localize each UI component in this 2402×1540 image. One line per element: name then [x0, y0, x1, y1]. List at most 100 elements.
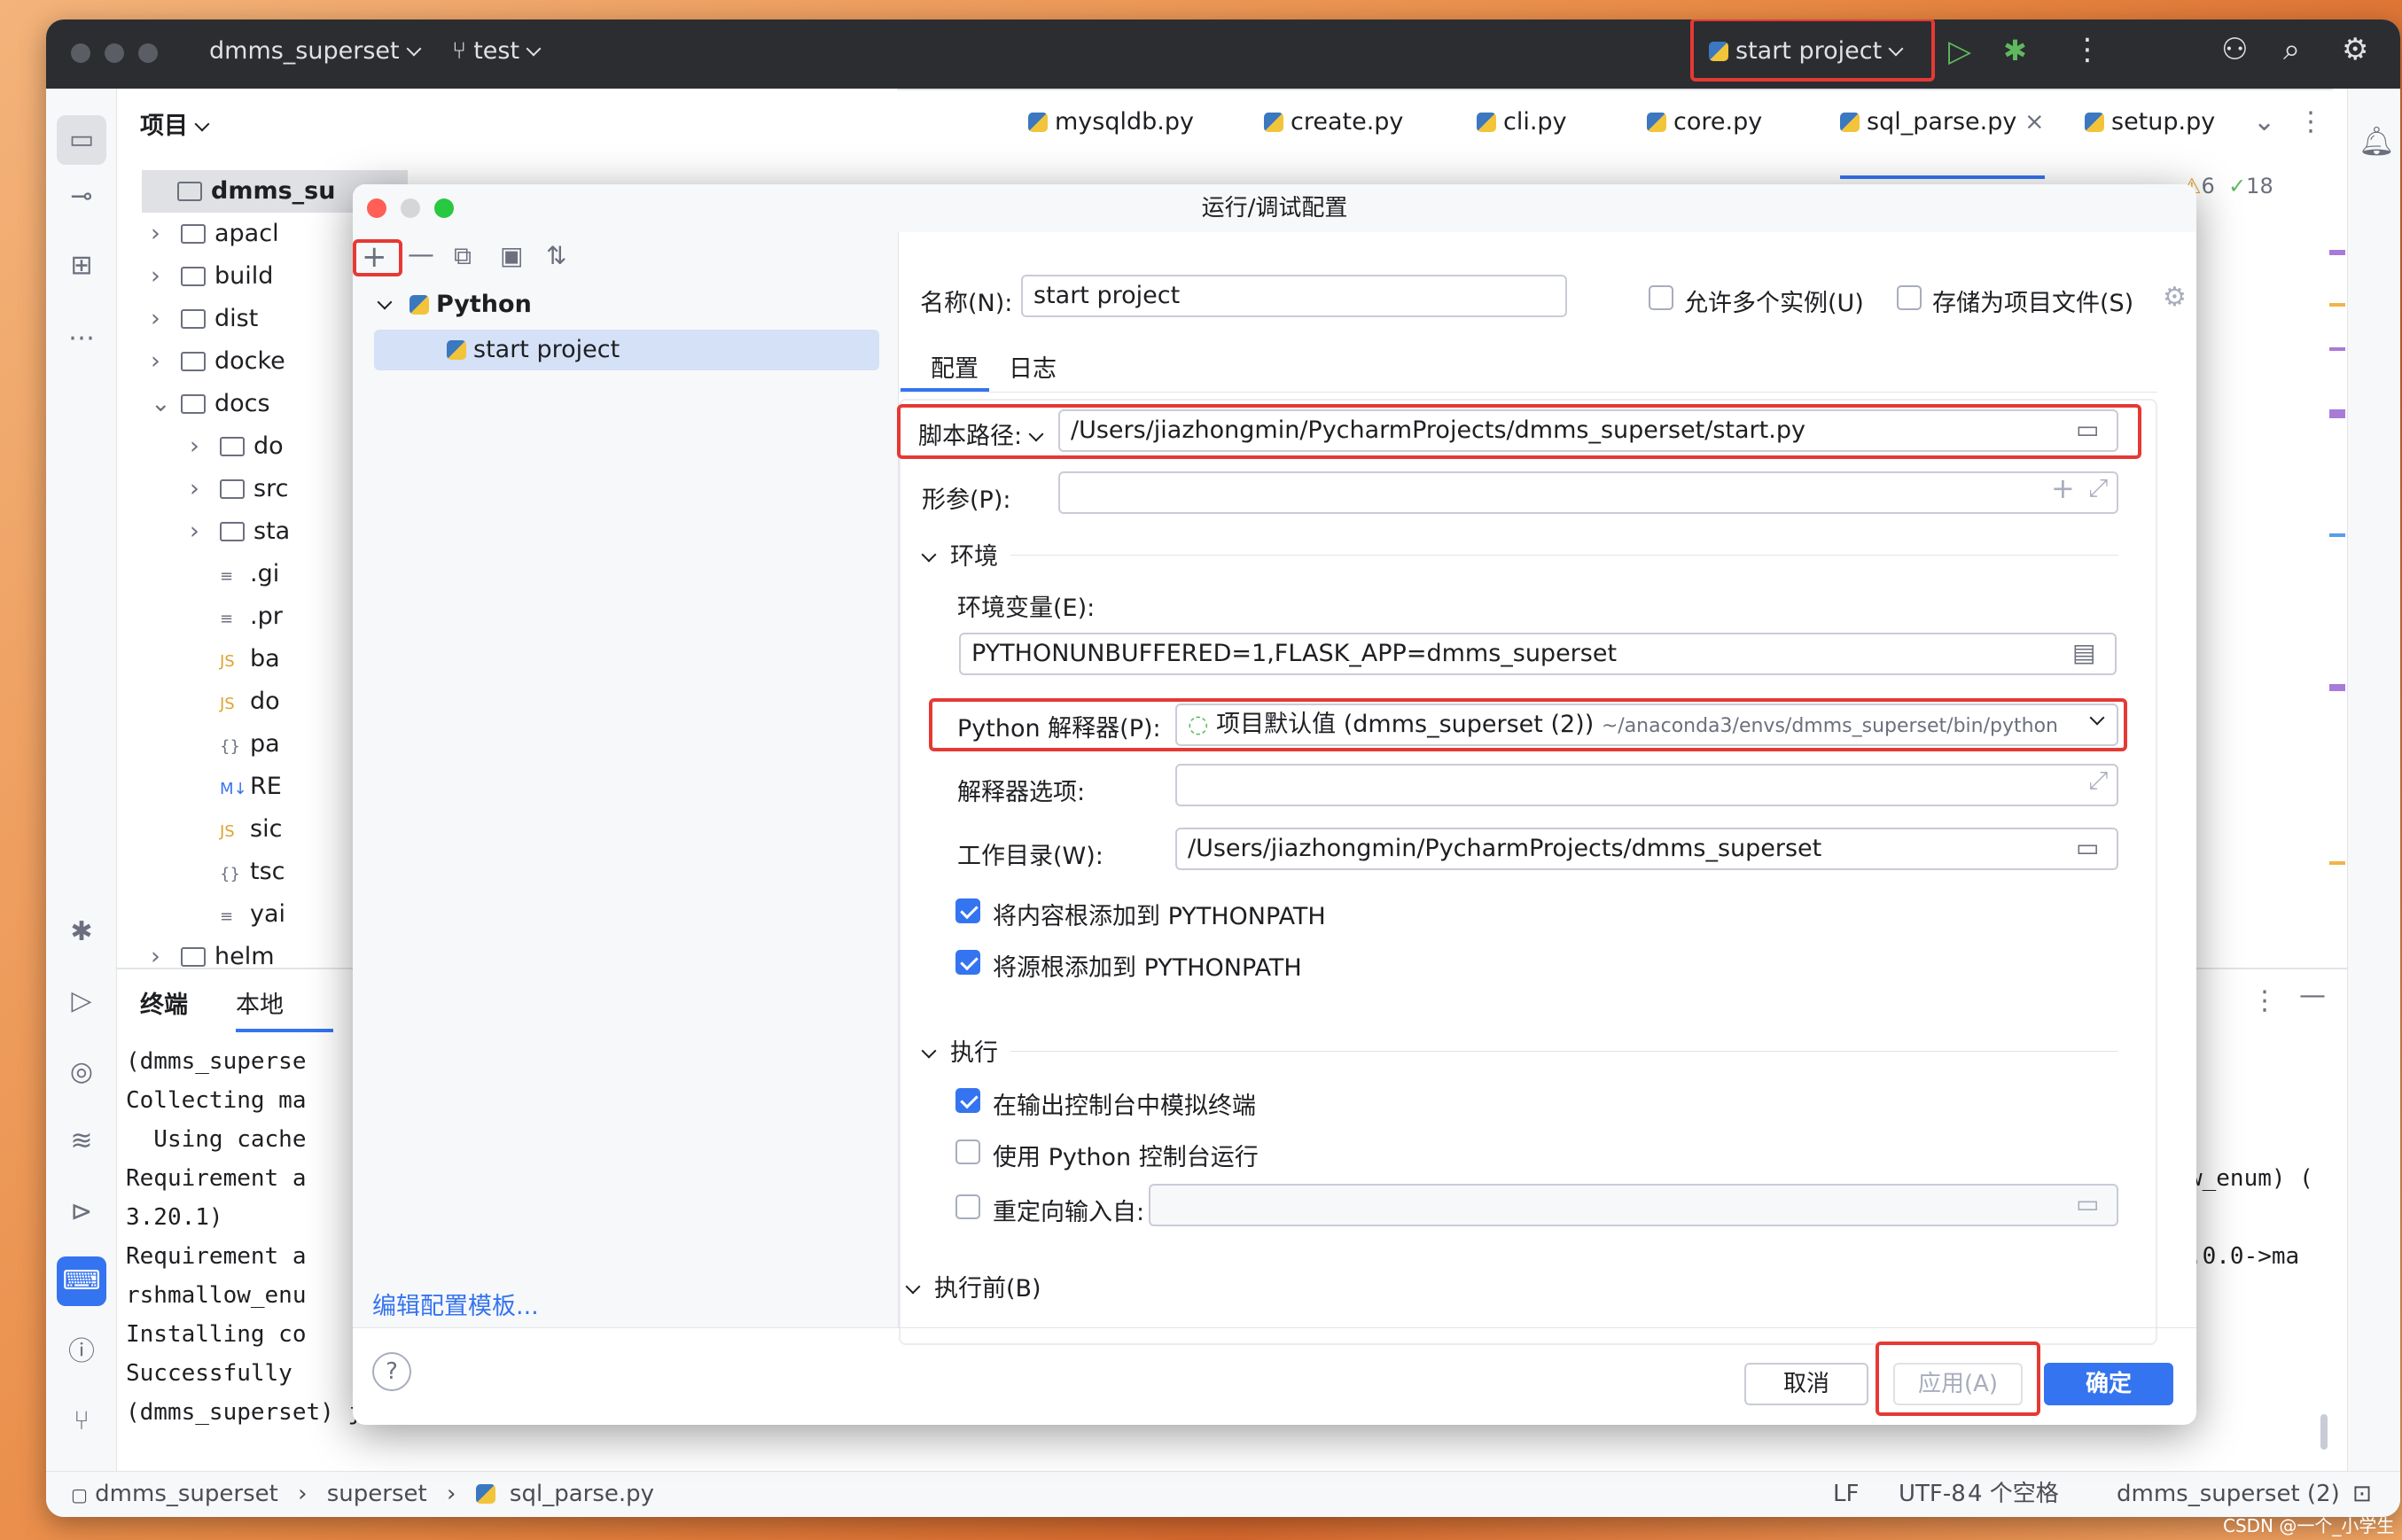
chevron-down-icon[interactable]: ⌄ — [151, 383, 181, 425]
editor-tab[interactable]: core.py — [1647, 108, 1762, 179]
browse-folder-icon[interactable]: ▭ — [2076, 415, 2099, 444]
browse-folder-icon[interactable]: ▭ — [2076, 1189, 2099, 1218]
interpreter-select[interactable]: ◌ 项目默认值 (dmms_superset (2)) ~/anaconda3/… — [1175, 704, 2118, 746]
breadcrumb-item[interactable]: sql_parse.py — [510, 1481, 654, 1507]
source-roots-checkbox[interactable] — [955, 950, 980, 975]
expand-icon[interactable]: ⤢ — [2088, 473, 2108, 503]
indent-setting[interactable]: 4 个空格 — [1968, 1472, 2059, 1516]
tree-item[interactable]: › helm — [151, 936, 275, 978]
apply-button[interactable]: 应用(A) — [1893, 1363, 2023, 1405]
env-section-toggle[interactable]: 环境 — [921, 537, 998, 572]
chevron-down-icon[interactable] — [2083, 710, 2105, 731]
tree-item[interactable]: › do — [190, 425, 284, 468]
emulate-terminal-checkbox[interactable] — [955, 1088, 980, 1113]
terminal-icon[interactable]: ⌨ — [57, 1256, 106, 1306]
interpreter-options-field[interactable] — [1175, 764, 2118, 806]
before-launch-toggle[interactable]: 执行前(B) — [905, 1269, 1041, 1303]
tree-item[interactable]: › apacl — [151, 213, 279, 255]
content-roots-checkbox[interactable] — [955, 898, 980, 923]
zoom-dialog-button[interactable] — [434, 198, 454, 218]
chevron-right-icon[interactable]: › — [151, 213, 181, 255]
browse-folder-icon[interactable]: ▭ — [2076, 833, 2099, 862]
add-macro-icon[interactable]: + — [2051, 471, 2075, 505]
gear-icon[interactable]: ⚙ — [2163, 282, 2187, 313]
tree-item[interactable]: ≡ .pr — [190, 595, 283, 638]
services-icon[interactable]: ⊳ — [57, 1187, 106, 1237]
tree-item[interactable]: ≡ yai — [190, 893, 285, 936]
tree-item[interactable]: ⌄ docs — [151, 383, 270, 425]
project-panel-title[interactable]: 项目 — [140, 106, 210, 141]
zoom-window-button[interactable] — [138, 43, 158, 63]
name-field[interactable]: start project — [1021, 275, 1567, 317]
chevron-right-icon[interactable]: › — [151, 936, 181, 978]
workdir-field[interactable]: /Users/jiazhongmin/PycharmProjects/dmms_… — [1175, 828, 2118, 870]
help-button[interactable]: ? — [372, 1352, 411, 1391]
chevron-down-icon[interactable]: ⌄ — [2253, 106, 2275, 137]
remove-icon[interactable]: — — [408, 239, 434, 270]
python-console-icon[interactable]: ◎ — [57, 1047, 106, 1097]
more-actions-icon[interactable]: ⋮ — [2072, 32, 2102, 67]
minimize-panel-icon[interactable]: — — [2299, 980, 2326, 1011]
branch-switcher[interactable]: ⑂ test — [452, 37, 542, 65]
tree-python-node[interactable]: Python — [377, 291, 532, 318]
line-separator[interactable]: LF — [1833, 1472, 1859, 1516]
editor-tab[interactable]: setup.py — [2085, 108, 2215, 179]
chevron-right-icon[interactable]: › — [151, 298, 181, 340]
terminal-options-icon[interactable]: ⋮ — [2251, 985, 2278, 1016]
tree-item[interactable]: › build — [151, 255, 273, 298]
chevron-right-icon[interactable]: › — [151, 340, 181, 383]
terminal-tab[interactable]: 终端 — [140, 985, 188, 1020]
project-view-icon[interactable]: ▭ — [57, 115, 106, 165]
allow-parallel-checkbox[interactable] — [1649, 285, 1673, 310]
tree-item[interactable]: {} tsc — [190, 851, 285, 893]
breadcrumb-item[interactable]: dmms_superset — [95, 1481, 278, 1507]
exec-section-toggle[interactable]: 执行 — [921, 1033, 998, 1068]
params-field[interactable] — [1058, 471, 2118, 514]
tree-item[interactable]: › src — [190, 468, 288, 510]
redirect-input-field[interactable] — [1149, 1184, 2118, 1226]
tree-item[interactable]: {} pa — [190, 723, 280, 766]
new-folder-icon[interactable]: ▣ — [500, 241, 523, 270]
script-type-dropdown[interactable]: 脚本路径: — [918, 416, 1044, 451]
minimize-window-button[interactable] — [105, 43, 124, 63]
debug-tool-icon[interactable]: ✱ — [57, 907, 106, 957]
run-icon[interactable]: ▷ — [1948, 34, 1971, 69]
cancel-button[interactable]: 取消 — [1744, 1363, 1868, 1405]
add-icon[interactable]: + — [362, 239, 387, 275]
tree-start-project[interactable]: start project — [374, 330, 879, 370]
tree-item[interactable]: ≡ .gi — [190, 553, 279, 595]
ok-button[interactable]: 确定 — [2044, 1363, 2173, 1405]
git-icon[interactable]: ⑂ — [57, 1396, 106, 1446]
copy-icon[interactable]: ⧉ — [454, 241, 472, 271]
env-field[interactable]: PYTHONUNBUFFERED=1,FLASK_APP=dmms_supers… — [959, 633, 2117, 675]
tree-item[interactable]: JS sic — [190, 808, 282, 851]
breadcrumb-item[interactable]: superset — [327, 1481, 427, 1507]
chevron-right-icon[interactable]: › — [190, 468, 220, 510]
tree-item[interactable]: JS ba — [190, 638, 280, 681]
redirect-input-checkbox[interactable] — [955, 1194, 980, 1219]
tab-logs[interactable]: 日志 — [1009, 349, 1057, 384]
python-console-checkbox[interactable] — [955, 1139, 980, 1164]
project-switcher[interactable]: dmms_superset — [209, 37, 422, 65]
chevron-right-icon[interactable]: › — [190, 510, 220, 553]
edit-env-icon[interactable]: ▤ — [2072, 638, 2095, 667]
more-tools-icon[interactable]: ⋯ — [57, 314, 106, 363]
script-path-field[interactable]: /Users/jiazhongmin/PycharmProjects/dmms_… — [1058, 409, 2118, 452]
tab-config[interactable]: 配置 — [931, 349, 979, 384]
expand-icon[interactable]: ⤢ — [2088, 766, 2108, 796]
tree-item[interactable]: JS do — [190, 681, 280, 723]
sort-icon[interactable]: ⇅ — [546, 241, 566, 270]
settings-icon[interactable]: ⚙ — [2342, 32, 2368, 67]
close-window-button[interactable] — [71, 43, 90, 63]
commit-icon[interactable]: ⊸ — [57, 172, 106, 222]
terminal-local-tab[interactable]: 本地 — [236, 985, 333, 1032]
edit-templates-link[interactable]: 编辑配置模板... — [372, 1287, 539, 1321]
chevron-right-icon[interactable]: › — [151, 255, 181, 298]
chevron-right-icon[interactable]: › — [190, 425, 220, 468]
close-tab-icon[interactable]: × — [2016, 108, 2045, 136]
file-encoding[interactable]: UTF-8 — [1899, 1472, 1966, 1516]
editor-tab[interactable]: sql_parse.py × — [1840, 108, 2045, 179]
tab-options-icon[interactable]: ⋮ — [2297, 106, 2324, 137]
run-tool-icon[interactable]: ▷ — [57, 976, 106, 1026]
editor-tab[interactable]: cli.py — [1477, 108, 1567, 179]
